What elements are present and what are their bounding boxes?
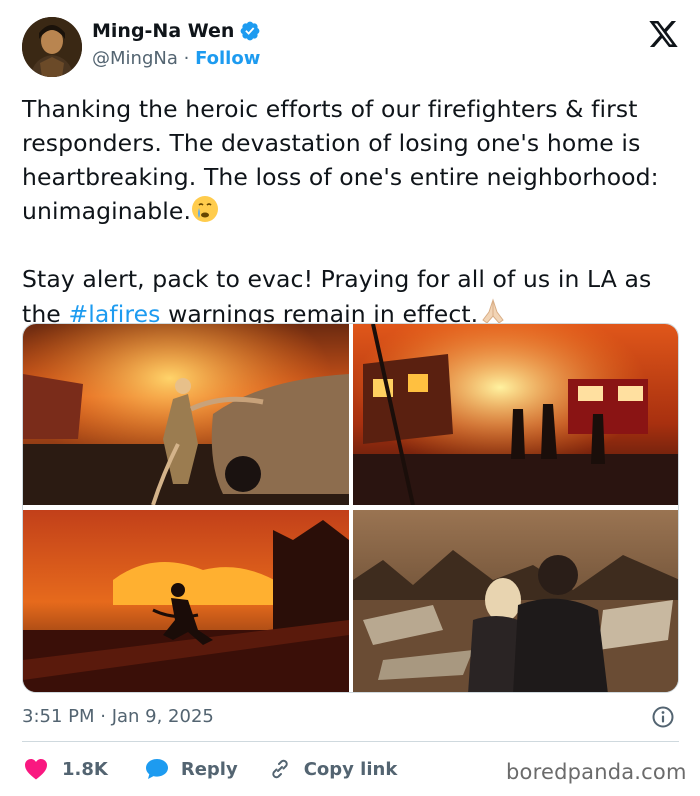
burning-building-fire-truck-photo[interactable] bbox=[353, 324, 678, 505]
link-icon bbox=[272, 759, 288, 779]
separator: · bbox=[183, 48, 196, 69]
reply-label: Reply bbox=[180, 758, 238, 780]
author-handle[interactable]: @MingNa bbox=[92, 48, 178, 69]
media-grid bbox=[22, 323, 679, 693]
tweet-text: Thanking the heroic efforts of our firef… bbox=[22, 92, 682, 331]
folded-hands-emoji-icon bbox=[482, 298, 504, 324]
tweet-paragraph-1: Thanking the heroic efforts of our firef… bbox=[22, 95, 667, 225]
watermark: boredpanda.com bbox=[506, 760, 687, 784]
verified-badge-icon bbox=[241, 21, 260, 41]
couple-viewing-ruins-photo[interactable] bbox=[353, 510, 678, 692]
crying-face-emoji-icon bbox=[192, 196, 219, 222]
divider bbox=[22, 741, 679, 742]
tweet-card: Ming-Na Wen @MingNa · Follow Thanking th… bbox=[0, 0, 700, 796]
heart-icon bbox=[25, 759, 47, 780]
follow-button[interactable]: Follow bbox=[195, 48, 260, 69]
like-count: 1.8K bbox=[62, 758, 108, 780]
author-handle-row: @MingNa · Follow bbox=[92, 48, 260, 69]
tweet-timestamp[interactable]: 3:51 PM · Jan 9, 2025 bbox=[22, 706, 214, 727]
author-name-row: Ming-Na Wen bbox=[92, 20, 261, 42]
like-button[interactable]: 1.8K bbox=[24, 758, 108, 780]
firefighter-running-photo[interactable] bbox=[23, 510, 349, 692]
speech-bubble-icon bbox=[145, 759, 168, 779]
copy-link-button[interactable]: Copy link bbox=[268, 757, 398, 781]
reply-button[interactable]: Reply bbox=[145, 758, 238, 780]
avatar[interactable] bbox=[22, 17, 82, 77]
info-icon[interactable] bbox=[651, 705, 675, 729]
firefighter-hose-car-photo[interactable] bbox=[23, 324, 349, 505]
action-bar: 1.8K Reply Copy link bbox=[22, 754, 397, 784]
author-name[interactable]: Ming-Na Wen bbox=[92, 20, 234, 42]
copy-link-label: Copy link bbox=[303, 758, 398, 780]
x-logo-icon[interactable] bbox=[649, 21, 678, 47]
